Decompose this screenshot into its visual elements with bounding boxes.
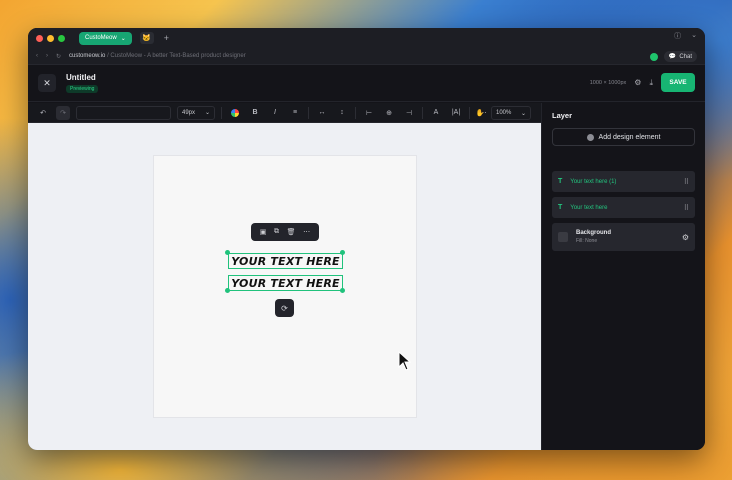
minimize-window-button[interactable] xyxy=(47,34,54,42)
chat-label: Chat xyxy=(679,53,692,60)
status-badge: Previewing xyxy=(66,85,99,93)
hand-pan-icon[interactable]: ✋ xyxy=(473,106,487,120)
trash-icon[interactable]: 🗑 xyxy=(287,228,296,236)
new-tab-plus-icon[interactable]: + xyxy=(164,33,169,43)
rotate-icon: ⟳ xyxy=(281,303,288,313)
text-element-1[interactable]: YOUR TEXT HERE xyxy=(228,253,343,269)
url-field[interactable]: customeow.io / CustoMeow - A better Text… xyxy=(69,53,246,59)
text-type-icon: T xyxy=(558,178,563,185)
color-picker-button[interactable] xyxy=(228,106,242,120)
add-label: Add design element xyxy=(598,133,661,141)
panel-title: Layer xyxy=(552,111,573,120)
rotate-button[interactable]: ⟳ xyxy=(275,299,294,317)
tab-group-label: CustoMeow xyxy=(85,35,117,41)
zoom-value: 100% xyxy=(496,110,512,116)
letter-spacing-icon[interactable]: ↔ xyxy=(315,106,329,120)
line-height-icon[interactable]: ↕ xyxy=(335,106,349,120)
cat-icon[interactable]: 🐱 xyxy=(139,32,154,44)
text-box-icon[interactable]: |A| xyxy=(449,106,463,120)
background-fill: Fill: None xyxy=(576,238,598,244)
strikethrough-icon[interactable]: ≡ xyxy=(288,106,302,120)
reload-icon[interactable]: ↻ xyxy=(56,53,61,60)
align-right-icon[interactable]: ⊣ xyxy=(402,106,416,120)
align-center-icon[interactable]: ⊕ xyxy=(382,106,396,120)
text-element-2[interactable]: YOUR TEXT HERE xyxy=(228,275,343,291)
gear-icon[interactable]: ⚙ xyxy=(682,233,689,242)
save-button[interactable]: SAVE xyxy=(661,73,695,92)
text-type-icon: T xyxy=(558,204,563,211)
canvas-area[interactable]: ▣ ⧉ 🗑 ⋯ YOUR TEXT HERE YOUR TEXT HERE ⟳ xyxy=(28,123,541,450)
layer-list: T Your text here (1) ⠿ T Your text here … xyxy=(552,171,695,251)
download-icon[interactable]: ⤓ xyxy=(649,78,653,88)
chevron-down-icon: ⌄ xyxy=(120,35,126,42)
divider xyxy=(221,106,222,119)
editor-area: ↶ ↷ 49px ⌄ B I ≡ ↔ ↕ ⊢ ⊕ ⊣ A |A| ⋯ ✋ 100… xyxy=(28,103,541,450)
chat-bubble-icon: 💬 xyxy=(668,54,677,60)
divider xyxy=(308,106,309,119)
align-left-icon[interactable]: ⊢ xyxy=(362,106,376,120)
background-name: Background xyxy=(576,230,612,236)
back-arrow-icon[interactable]: ‹ xyxy=(36,53,38,59)
resize-handle[interactable] xyxy=(225,250,230,255)
font-size-select[interactable]: 49px ⌄ xyxy=(177,105,215,120)
font-size-value: 49px xyxy=(182,109,196,116)
divider xyxy=(355,106,356,119)
add-design-element-button[interactable]: Add design element xyxy=(552,128,695,146)
more-options-icon[interactable]: ⋯ xyxy=(303,228,310,236)
document-title[interactable]: Untitled xyxy=(66,73,98,82)
background-layer[interactable]: Background Fill: None ⚙ xyxy=(552,223,695,251)
chevron-down-icon: ⌄ xyxy=(204,110,210,116)
artboard[interactable]: ▣ ⧉ 🗑 ⋯ YOUR TEXT HERE YOUR TEXT HERE ⟳ xyxy=(154,156,416,417)
address-bar: ‹ › ↻ customeow.io / CustoMeow - A bette… xyxy=(28,48,705,65)
app-header: ✕ Untitled Previewing 1000 × 1000px ⚙ ⤓ … xyxy=(28,65,705,102)
resize-handle[interactable] xyxy=(340,288,345,293)
duplicate-icon[interactable]: ⧉ xyxy=(274,228,279,236)
browser-tab-group[interactable]: CustoMeow ⌄ xyxy=(79,31,132,45)
browser-titlebar: CustoMeow ⌄ 🐱 + ⓘ ⌄ xyxy=(28,28,705,48)
drag-handle-icon[interactable]: ⠿ xyxy=(684,204,689,212)
drag-handle-icon[interactable]: ⠿ xyxy=(684,178,689,186)
forward-arrow-icon[interactable]: › xyxy=(46,53,48,59)
undo-icon[interactable]: ↶ xyxy=(36,106,50,120)
url-host: customeow.io xyxy=(69,53,106,59)
zoom-window-button[interactable] xyxy=(58,34,65,42)
layer-item[interactable]: T Your text here (1) ⠿ xyxy=(552,171,695,192)
text-toolbar: ↶ ↷ 49px ⌄ B I ≡ ↔ ↕ ⊢ ⊕ ⊣ A |A| ⋯ ✋ 100… xyxy=(28,103,541,123)
layer-label: Your text here (1) xyxy=(570,178,617,185)
close-icon: ✕ xyxy=(43,77,51,88)
layer-label: Your text here xyxy=(570,204,608,211)
canvas-dimensions: 1000 × 1000px xyxy=(589,79,627,86)
layer-panel: Layer Add design element T Your text her… xyxy=(541,103,705,450)
group-icon[interactable]: ▣ xyxy=(260,228,267,236)
font-family-select[interactable] xyxy=(76,105,171,120)
extension-icon[interactable] xyxy=(649,52,658,61)
divider xyxy=(422,106,423,119)
browser-window: CustoMeow ⌄ 🐱 + ⓘ ⌄ ‹ › ↻ customeow.io /… xyxy=(28,28,705,450)
redo-icon[interactable]: ↷ xyxy=(56,105,70,120)
zoom-select[interactable]: 100% ⌄ xyxy=(491,106,531,120)
url-rest: / CustoMeow - A better Text-Based produc… xyxy=(107,53,246,59)
divider xyxy=(469,106,470,119)
mouse-cursor-icon xyxy=(398,351,412,371)
italic-button[interactable]: I xyxy=(268,106,282,120)
color-wheel-icon xyxy=(231,108,239,117)
layer-item[interactable]: T Your text here ⠿ xyxy=(552,197,695,218)
plus-circle-icon xyxy=(586,133,594,141)
text-case-icon[interactable]: A xyxy=(429,106,443,120)
selection-action-bar: ▣ ⧉ 🗑 ⋯ xyxy=(251,223,319,241)
info-icon[interactable]: ⓘ xyxy=(674,31,681,41)
close-editor-button[interactable]: ✕ xyxy=(38,74,56,92)
chevron-down-icon[interactable]: ⌄ xyxy=(691,31,697,41)
chat-button[interactable]: 💬 Chat xyxy=(663,51,697,62)
resize-handle[interactable] xyxy=(225,288,230,293)
bold-button[interactable]: B xyxy=(248,106,262,120)
gear-icon[interactable]: ⚙ xyxy=(634,78,641,87)
chevron-down-icon: ⌄ xyxy=(520,110,526,117)
background-swatch xyxy=(558,232,568,242)
close-window-button[interactable] xyxy=(36,34,43,42)
resize-handle[interactable] xyxy=(340,250,345,255)
